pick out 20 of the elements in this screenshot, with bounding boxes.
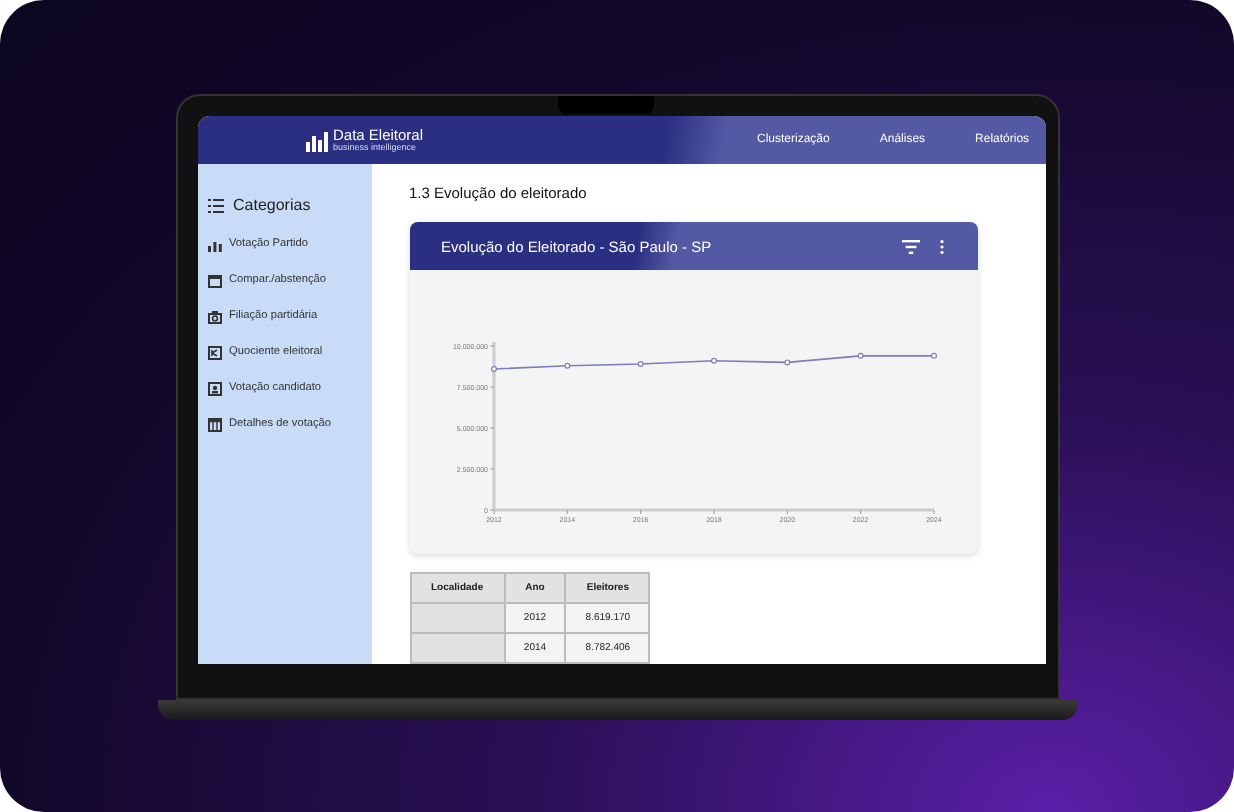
data-point	[930, 352, 936, 359]
data-point	[856, 352, 863, 359]
camera-notch	[557, 96, 653, 114]
camera-icon	[207, 309, 221, 323]
bar-chart-icon	[207, 237, 221, 251]
bar-chart-icon	[305, 129, 327, 151]
document-icon	[207, 345, 221, 359]
list-icon	[207, 197, 223, 213]
data-point	[563, 362, 570, 369]
data-point	[490, 365, 496, 372]
calendar-icon	[207, 273, 221, 287]
data-point	[783, 359, 790, 366]
table-cell	[410, 603, 505, 633]
table-icon	[207, 417, 221, 431]
person-card-icon	[207, 381, 221, 395]
data-point	[636, 361, 643, 368]
table-cell	[410, 633, 505, 663]
filter-icon[interactable]	[901, 239, 919, 253]
data-point	[710, 357, 716, 364]
sidebar-title: Categorias	[233, 196, 311, 214]
